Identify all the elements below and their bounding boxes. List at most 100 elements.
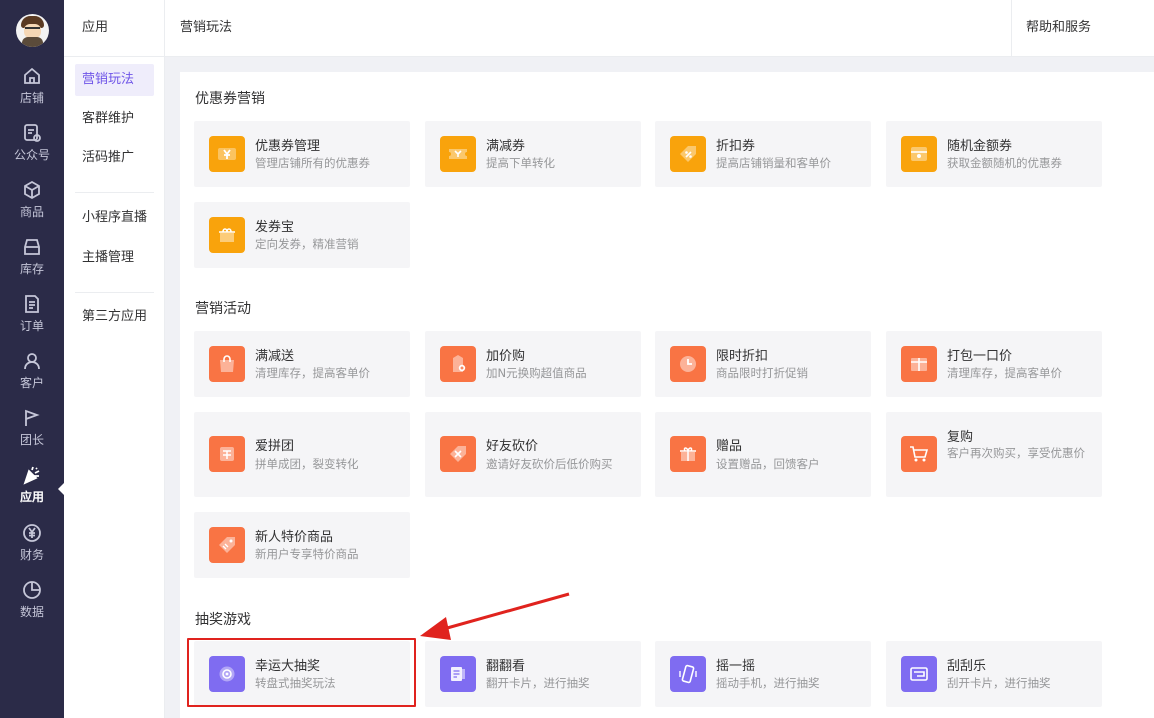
flag-icon	[25, 409, 40, 426]
customer-icon	[24, 353, 40, 370]
section-title-coupons: 优惠券营销	[195, 91, 265, 107]
pie-chart-icon	[23, 581, 41, 599]
top-bar: 营销玩法 帮助和服务	[165, 0, 1154, 57]
card-full-reduction-gift[interactable]: 满减送 清理库存，提高客单价	[194, 331, 410, 397]
card-description: 提高店铺销量和客单价	[716, 156, 831, 170]
card-description: 新用户专享特价商品	[255, 547, 359, 561]
sidebar-item-official-account[interactable]: 公众号	[0, 119, 64, 175]
card-coupon-treasure[interactable]: 发券宝 定向发券，精准营销	[194, 202, 410, 268]
shopping-bag-icon	[209, 346, 245, 382]
party-popper-icon	[23, 466, 40, 485]
card-discount-coupon[interactable]: 折扣券 提高店铺销量和客单价	[655, 121, 871, 187]
card-friend-bargain[interactable]: 好友砍价 邀请好友砍价后低价购买	[425, 412, 641, 497]
card-title: 好友砍价	[486, 439, 539, 454]
card-title: 满减券	[486, 139, 526, 154]
card-title: 折扣券	[716, 139, 756, 154]
clock-icon	[670, 346, 706, 382]
card-description: 提高下单转化	[486, 156, 555, 170]
card-title: 满减送	[255, 349, 295, 364]
card-title: 随机金额券	[947, 139, 1013, 154]
shake-phone-icon	[670, 656, 706, 692]
submenu-item-live-code[interactable]: 活码推广	[75, 142, 154, 174]
card-description: 获取金额随机的优惠券	[947, 156, 1062, 170]
card-group-buy[interactable]: 爱拼团 拼单成团，裂变转化	[194, 412, 410, 497]
card-title: 赠品	[716, 439, 743, 454]
add-price-tag-icon	[440, 346, 476, 382]
card-description: 加N元换购超值商品	[486, 366, 587, 380]
section-title-lottery-games: 抽奖游戏	[195, 612, 251, 628]
card-add-price-purchase[interactable]: 加价购 加N元换购超值商品	[425, 331, 641, 397]
sidebar-item-finance[interactable]: 财务	[0, 519, 64, 575]
random-coupon-icon	[901, 136, 937, 172]
submenu-title: 应用	[64, 0, 164, 57]
card-title: 加价购	[486, 349, 526, 364]
submenu-item-marketing[interactable]: 营销玩法	[75, 64, 154, 96]
card-title: 打包一口价	[947, 349, 1013, 364]
highlight-box	[187, 638, 416, 707]
card-title: 新人特价商品	[255, 530, 334, 545]
content-panel: 优惠券营销 优惠券管理 管理店铺所有的优惠券 满减券 提高下单转化 折扣券 提高…	[180, 72, 1154, 718]
sidebar-item-label: 数据	[19, 605, 44, 619]
card-limited-discount[interactable]: 限时折扣 商品限时打折促销	[655, 331, 871, 397]
card-coupon-management[interactable]: 优惠券管理 管理店铺所有的优惠券	[194, 121, 410, 187]
card-random-coupon[interactable]: 随机金额券 获取金额随机的优惠券	[886, 121, 1102, 187]
yen-icon	[23, 524, 41, 542]
coupon-yen-icon	[209, 136, 245, 172]
card-description: 刮开卡片，进行抽奖	[947, 676, 1051, 690]
card-title: 刮刮乐	[947, 659, 987, 674]
submenu-item-mini-program-live[interactable]: 小程序直播	[75, 202, 154, 234]
percent-tag-icon	[670, 136, 706, 172]
card-description: 设置赠品，回馈客户	[716, 457, 820, 471]
main-sidebar: 店铺 公众号 商品 库存 订单 客户 团长 应用 财务 数据	[0, 0, 65, 718]
order-icon	[25, 295, 39, 313]
submenu-item-third-party-apps[interactable]: 第三方应用	[75, 301, 154, 333]
card-description: 定向发券，精准营销	[255, 237, 359, 251]
box-icon	[24, 180, 40, 200]
card-title: 翻翻看	[486, 659, 526, 674]
card-scratch[interactable]: 刮刮乐 刮开卡片，进行抽奖	[886, 641, 1102, 707]
avatar[interactable]	[16, 14, 49, 47]
card-repurchase[interactable]: 复购 客户再次购买，享受优惠价	[886, 412, 1102, 497]
card-description: 管理店铺所有的优惠券	[255, 156, 370, 170]
sidebar-item-label: 财务	[19, 548, 44, 562]
page-title: 营销玩法	[180, 20, 233, 35]
gift-box-icon	[209, 217, 245, 253]
sidebar-item-apps[interactable]: 应用	[0, 461, 64, 517]
sidebar-item-goods[interactable]: 商品	[0, 176, 64, 232]
cart-icon	[901, 436, 937, 472]
package-icon	[901, 346, 937, 382]
sidebar-item-data[interactable]: 数据	[0, 576, 64, 632]
group-buy-icon	[209, 436, 245, 472]
submenu-item-anchor-management[interactable]: 主播管理	[75, 242, 154, 274]
card-title: 爱拼团	[255, 439, 295, 454]
card-description: 清理库存，提高客单价	[255, 366, 370, 380]
card-description: 拼单成团，裂变转化	[255, 457, 359, 471]
scratch-card-icon	[901, 656, 937, 692]
help-and-service-link[interactable]: 帮助和服务	[1011, 0, 1154, 57]
card-new-user-special[interactable]: 新人特价商品 新用户专享特价商品	[194, 512, 410, 578]
card-title: 优惠券管理	[255, 139, 321, 154]
sidebar-item-label: 团长	[19, 433, 44, 447]
home-icon	[24, 67, 40, 84]
sidebar-item-inventory[interactable]: 库存	[0, 233, 64, 289]
card-shake[interactable]: 摇一摇 摇动手机，进行抽奖	[655, 641, 871, 707]
sidebar-item-leader[interactable]: 团长	[0, 404, 64, 460]
sidebar-item-customers[interactable]: 客户	[0, 347, 64, 403]
card-description: 翻开卡片，进行抽奖	[486, 676, 590, 690]
card-gifts[interactable]: 赠品 设置赠品，回馈客户	[655, 412, 871, 497]
sidebar-item-label: 客户	[19, 376, 44, 390]
wechat-account-icon	[24, 124, 41, 142]
sidebar-item-label: 商品	[19, 205, 44, 219]
submenu-item-customer-groups[interactable]: 客群维护	[75, 103, 154, 135]
present-icon	[670, 436, 706, 472]
card-full-reduction-coupon[interactable]: 满减券 提高下单转化	[425, 121, 641, 187]
card-flip-cards[interactable]: 翻翻看 翻开卡片，进行抽奖	[425, 641, 641, 707]
sidebar-item-store[interactable]: 店铺	[0, 62, 64, 118]
secondary-sidebar: 应用 营销玩法 客群维护 活码推广 小程序直播 主播管理 第三方应用	[64, 0, 165, 718]
card-description: 客户再次购买，享受优惠价	[947, 446, 1085, 460]
sidebar-item-orders[interactable]: 订单	[0, 290, 64, 346]
card-bundle-price[interactable]: 打包一口价 清理库存，提高客单价	[886, 331, 1102, 397]
inventory-icon	[24, 239, 40, 255]
section-title-activities: 营销活动	[195, 301, 251, 317]
ticket-icon	[440, 136, 476, 172]
